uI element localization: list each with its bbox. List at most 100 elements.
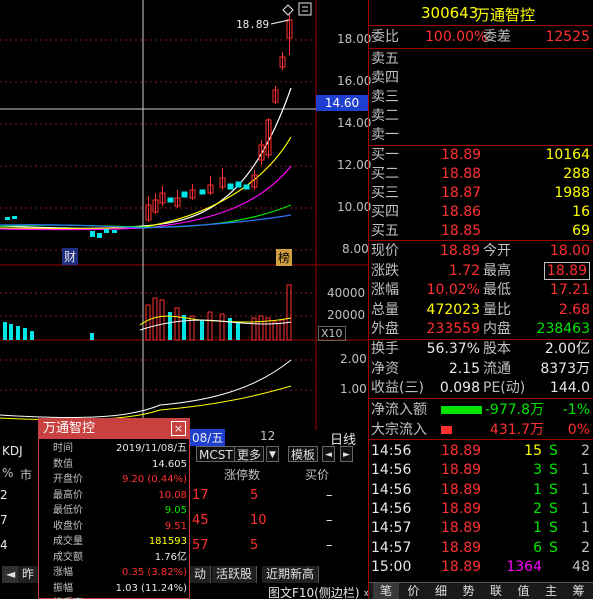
fund-flow-label: 大宗流入 [371, 422, 427, 438]
tick-price: 18.89 [441, 462, 482, 479]
fundamental-label: PE(动) [483, 380, 526, 396]
template-button[interactable]: 模板 [288, 446, 319, 462]
row-code-suffix: 57 [192, 538, 209, 553]
bid-label: 买五 [371, 223, 399, 239]
tick-time: 14:56 [371, 443, 412, 459]
bar-info-popup: 万通智控 × 时间 2019/11/08/五 数值 14.605 开盘价 9.20 (0.… [38, 418, 190, 599]
price-axis-label: 16.00 [337, 74, 372, 88]
fundamental-value: 0.098 [439, 380, 480, 396]
bid-price: 18.88 [441, 166, 482, 182]
bid-row[interactable]: 买二 18.88 288 [369, 164, 593, 184]
popup-row-label: 数值 [53, 458, 73, 470]
kline-chart-pane[interactable]: 18.89 18.00 16.00 14.00 12.00 10.00 8.00… [0, 0, 372, 599]
order-ratio-row: 委比 100.00% 委差 12525 [369, 27, 593, 47]
popup-row-label: 涨幅 [53, 567, 73, 578]
quote-tab[interactable]: 主 [538, 583, 564, 599]
tick-volume: 2 [533, 500, 542, 517]
more-dropdown-icon[interactable]: ▼ [266, 446, 279, 462]
order-diff-label: 委差 [483, 29, 511, 45]
stat-label: 内盘 [483, 321, 511, 337]
popup-row-label: 时间 [53, 443, 73, 454]
table-left-header: % [2, 466, 14, 480]
more-button[interactable]: 更多 [234, 446, 265, 462]
mcst-button[interactable]: MCST [196, 446, 236, 462]
row-limit-up-count: 5 [250, 538, 259, 553]
bid-row[interactable]: 买五 18.85 69 [369, 221, 593, 241]
tick-volume: 1364 [506, 558, 542, 575]
tick-count: 2 [581, 539, 590, 556]
popup-row: 涨幅 0.35 (3.82%) [39, 565, 189, 580]
fund-flow-bar [441, 426, 452, 434]
bid-price: 18.86 [441, 204, 482, 220]
popup-row: 振幅 1.03 (11.24%) [39, 581, 189, 596]
bid-row[interactable]: 买三 18.87 1988 [369, 183, 593, 203]
ask-label: 卖五 [371, 51, 399, 67]
bid-label: 买三 [371, 185, 399, 201]
crosshair-date-tag: 08/五 [190, 429, 226, 446]
finance-event-tag[interactable]: 财 [62, 248, 79, 265]
tab-yesterday[interactable]: 昨 [18, 566, 40, 583]
ask-row[interactable]: 卖五 [369, 49, 593, 69]
prev-arrow-icon[interactable]: ◄ [322, 446, 335, 462]
popup-row: 开盘价 9.20 (0.44%) [39, 472, 189, 487]
indicator-axis-label: 2.00 [340, 352, 367, 366]
fundamental-value: 56.37% [426, 341, 480, 357]
limit-up-count-header: 涨停数 [224, 468, 261, 482]
stat-value: 1.72 [448, 262, 480, 279]
tick-price: 18.89 [441, 500, 482, 517]
tick-side: S [549, 520, 558, 537]
tick-time: 14:56 [371, 462, 412, 479]
tick-side: S [549, 481, 558, 498]
tick-row: 15:00 18.89 1364 48 [369, 557, 593, 577]
popup-row: 收盘价 9.51 [39, 519, 189, 534]
quote-tab[interactable]: 细 [428, 583, 454, 599]
tab-dynamic[interactable]: 动 [190, 566, 212, 583]
tick-time: 15:00 [371, 558, 412, 575]
popup-row-value: 9.20 (0.44%) [121, 474, 187, 485]
popup-row-value: 9.51 [164, 520, 187, 532]
close-icon[interactable]: × [171, 421, 186, 436]
bid-label: 买四 [371, 204, 399, 220]
tick-volume: 1 [533, 520, 542, 537]
tab-active-stocks[interactable]: 活跃股 [212, 566, 258, 583]
f10-sidebar-link[interactable]: 图文F10(侧边栏) » [268, 584, 371, 599]
menu-icon[interactable] [298, 2, 312, 16]
stat-row: 外盘 233559 内盘 238463 [369, 319, 593, 339]
quote-tab[interactable]: 价 [401, 583, 427, 599]
diamond-icon[interactable] [282, 4, 294, 16]
quote-tab[interactable]: 势 [456, 583, 482, 599]
ranking-event-tag[interactable]: 榜 [276, 249, 293, 266]
next-arrow-icon[interactable]: ► [340, 446, 353, 462]
quote-tab[interactable]: 联 [483, 583, 509, 599]
tick-count: 1 [581, 500, 590, 517]
tick-count: 48 [572, 558, 590, 575]
kdj-tab[interactable]: KDJ [2, 444, 23, 458]
ask-row[interactable]: 卖二 [369, 106, 593, 126]
bid-label: 买一 [371, 147, 399, 163]
popup-row-value: 181593 [148, 536, 187, 547]
quote-tab[interactable]: 笔 [373, 583, 399, 599]
stat-label: 涨幅 [371, 282, 399, 298]
popup-title: 万通智控 [43, 421, 96, 436]
tab-recent-high[interactable]: 近期新高 [262, 566, 320, 583]
bid-row[interactable]: 买一 18.89 10164 [369, 145, 593, 165]
ask-row[interactable]: 卖三 [369, 87, 593, 107]
bid-label: 买二 [371, 166, 399, 182]
fund-flow-pct: -1% [562, 402, 590, 418]
fund-flow-label: 净流入额 [371, 402, 427, 418]
popup-row-label: 最高价 [53, 489, 83, 501]
price-axis-label: 12.00 [337, 158, 372, 172]
ask-row[interactable]: 卖一 [369, 125, 593, 145]
tick-row: 14:56 18.89 3 S 1 [369, 460, 593, 480]
bid-row[interactable]: 买四 18.86 16 [369, 202, 593, 222]
order-ratio-label: 委比 [371, 29, 399, 45]
tick-side: S [549, 443, 558, 459]
quote-tab[interactable]: 值 [511, 583, 537, 599]
tick-row: 14:57 18.89 1 S 1 [369, 518, 593, 538]
volume-scale-label: X10 [318, 326, 346, 341]
ask-row[interactable]: 卖四 [369, 68, 593, 88]
popup-row-value: 1.03 (11.24%) [115, 582, 187, 594]
quote-tab[interactable]: 筹 [566, 583, 592, 599]
tick-count: 1 [581, 481, 590, 498]
kline-chart[interactable]: 18.89 [0, 0, 368, 440]
